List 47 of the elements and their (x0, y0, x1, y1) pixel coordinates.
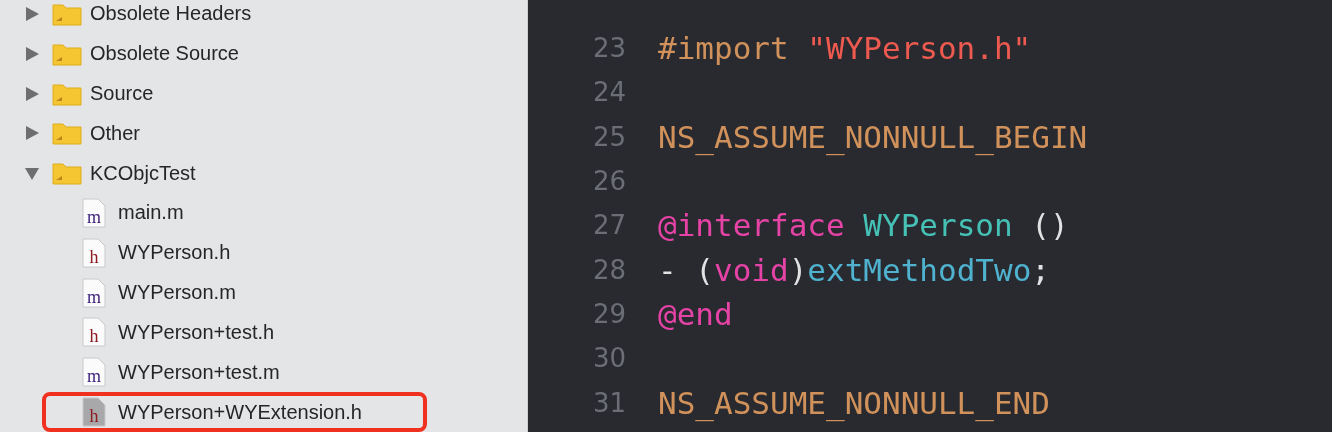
folder-icon (52, 161, 82, 186)
line-number: 31 (591, 387, 626, 418)
file-name[interactable]: WYPerson+test.h (118, 320, 275, 344)
collapsed-triangle-icon[interactable] (24, 45, 40, 62)
code-line: @interface WYPerson () (658, 207, 1069, 244)
file-icon: m (82, 357, 106, 388)
code-line: NS_ASSUME_NONNULL_END (658, 384, 1050, 421)
file-name[interactable]: WYPerson+test.m (118, 360, 280, 384)
code-line: @end (658, 295, 733, 332)
line-number: 24 (591, 77, 626, 108)
file-icon: m (82, 277, 106, 308)
collapsed-triangle-icon[interactable] (24, 5, 40, 22)
line-number: 30 (591, 343, 626, 374)
file-name[interactable]: WYPerson.m (118, 281, 236, 305)
file-name[interactable]: WYPerson.h (118, 241, 231, 265)
code-line: NS_ASSUME_NONNULL_BEGIN (658, 118, 1088, 155)
expanded-triangle-icon[interactable] (24, 165, 40, 182)
file-icon: h (82, 317, 106, 348)
file-name[interactable]: main.m (118, 201, 184, 225)
folder-row[interactable]: Obsolete Headers (0, 0, 527, 34)
folder-icon (52, 41, 82, 66)
line-number: 26 (591, 166, 626, 197)
folder-name: KCObjcTest (90, 161, 196, 185)
line-number: 28 (591, 254, 626, 285)
folder-row[interactable]: Source (0, 73, 527, 114)
line-number: 27 (591, 210, 626, 241)
file-icon: m (82, 197, 106, 228)
folder-name: Other (90, 121, 141, 145)
folder-row[interactable]: KCObjcTest (0, 153, 527, 194)
folder-icon (52, 121, 82, 146)
folder-name: Source (90, 82, 154, 106)
file-name[interactable]: WYPerson+WYExtension.h (118, 400, 362, 424)
folder-name: Obsolete Headers (90, 2, 252, 26)
collapsed-triangle-icon[interactable] (24, 125, 40, 142)
collapsed-triangle-icon[interactable] (24, 85, 40, 102)
folder-row[interactable]: Other (0, 113, 527, 154)
folder-name: Obsolete Source (90, 42, 239, 66)
file-icon: h (82, 397, 106, 428)
line-number: 23 (591, 33, 626, 64)
folder-icon (52, 1, 82, 26)
code-line: #import "WYPerson.h" (658, 30, 1032, 67)
file-icon: h (82, 237, 106, 268)
folder-row[interactable]: Obsolete Source (0, 33, 527, 74)
code-line: - (void)extMethodTwo; (658, 251, 1050, 288)
line-number: 25 (591, 121, 626, 152)
line-number: 29 (591, 298, 626, 329)
folder-icon (52, 81, 82, 106)
